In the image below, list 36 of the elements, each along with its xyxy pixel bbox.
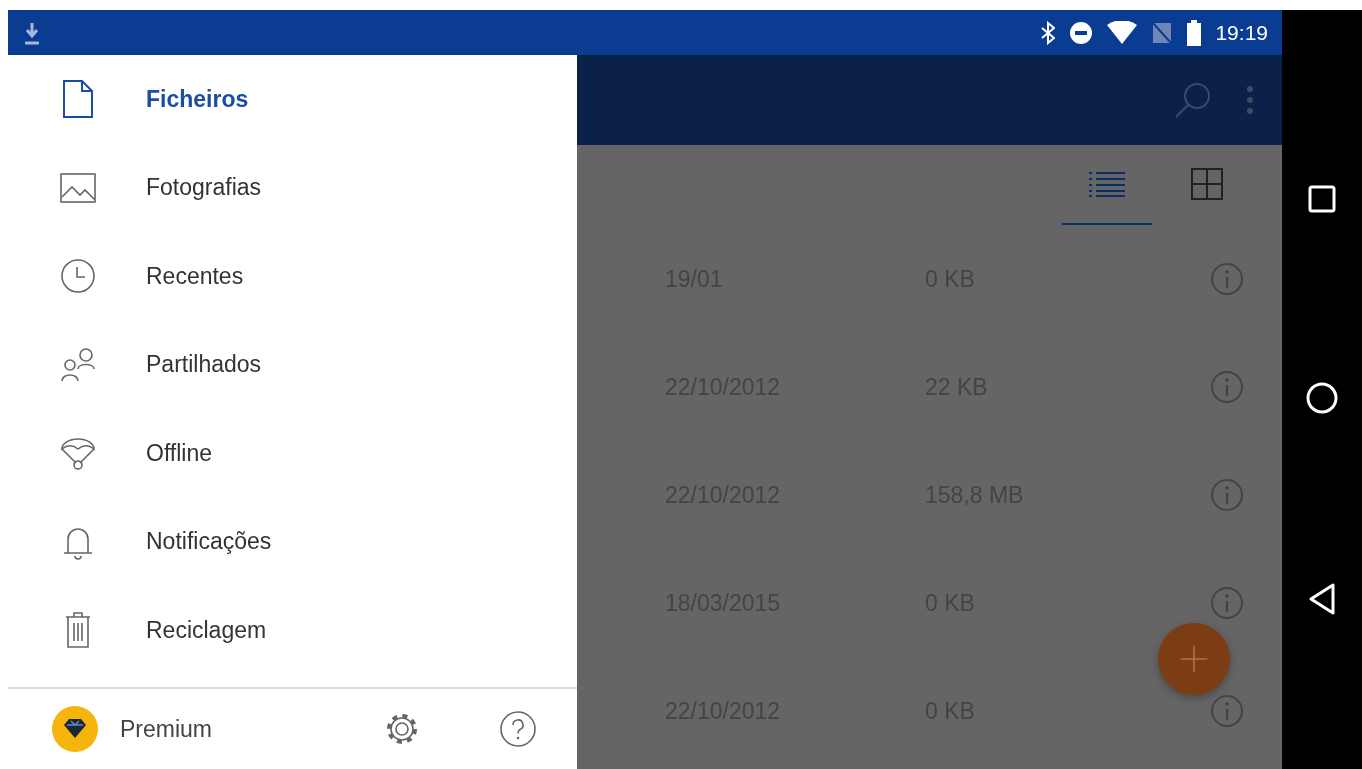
do-not-disturb-icon	[1069, 20, 1094, 45]
info-icon[interactable]	[1210, 586, 1244, 620]
plus-icon	[1179, 644, 1209, 674]
premium-label[interactable]: Premium	[120, 715, 212, 743]
info-icon[interactable]	[1210, 694, 1244, 728]
trash-icon	[64, 611, 92, 650]
search-button[interactable]	[1174, 81, 1212, 119]
drawer-item[interactable]: Partilhados	[8, 320, 577, 409]
drawer-item[interactable]: Ficheiros	[8, 55, 577, 144]
document-icon	[62, 79, 94, 120]
no-sim-icon	[1151, 20, 1174, 45]
download-icon	[24, 20, 40, 45]
home-button[interactable]	[1306, 381, 1338, 414]
status-time: 19:19	[1215, 20, 1268, 45]
list-view-icon	[1089, 171, 1125, 197]
info-icon[interactable]	[1210, 370, 1244, 404]
image-icon	[60, 172, 96, 203]
add-button[interactable]	[1158, 623, 1230, 695]
people-icon	[60, 346, 96, 383]
recents-button[interactable]	[1308, 184, 1336, 213]
back-button[interactable]	[1308, 582, 1336, 615]
drawer-item[interactable]: Reciclagem	[8, 586, 577, 675]
drawer-item[interactable]: Recentes	[8, 232, 577, 321]
grid-view-icon	[1191, 168, 1223, 200]
info-icon[interactable]	[1210, 478, 1244, 512]
wifi-icon	[1107, 20, 1138, 45]
drawer-item[interactable]: Offline	[8, 409, 577, 498]
drawer-item[interactable]: Fotografias	[8, 143, 577, 232]
help-button[interactable]	[499, 710, 537, 748]
parachute-icon	[60, 435, 96, 472]
more-button[interactable]	[1246, 85, 1254, 115]
clock-icon	[60, 258, 96, 295]
drawer-item[interactable]: Notificações	[8, 497, 577, 586]
bluetooth-icon	[1041, 20, 1056, 45]
info-icon[interactable]	[1210, 262, 1244, 296]
battery-icon	[1187, 19, 1202, 46]
